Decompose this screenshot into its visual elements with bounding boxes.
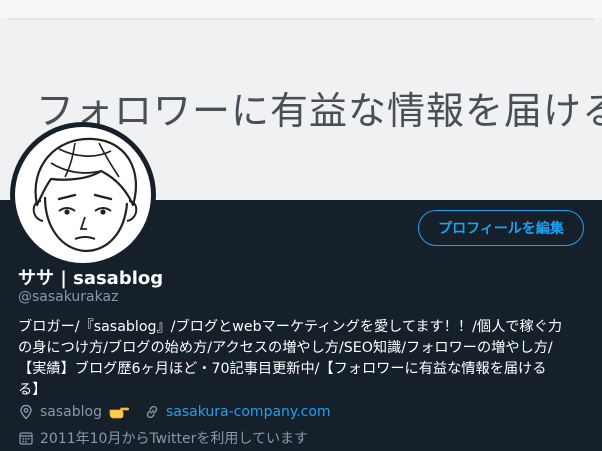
avatar-illustration xyxy=(32,137,138,253)
bio-line: の身につけ方/ブログの始め方/アクセスの増やし方/SEO知識/フォロワーの増やし… xyxy=(18,340,553,356)
avatar[interactable] xyxy=(15,127,151,263)
user-handle: @sasakurakaz xyxy=(18,289,119,305)
display-name: ササ | sasablog xyxy=(18,268,164,289)
bio-line: ブロガー/『sasablog』/ブログとwebマーケティングを愛してます！！/個… xyxy=(18,319,563,335)
joined-date-text: 2011年10月からTwitterを利用しています xyxy=(40,431,308,447)
edit-profile-button[interactable]: プロフィールを編集 xyxy=(418,210,584,246)
pointing-hand-icon xyxy=(108,405,130,419)
link-icon xyxy=(144,404,160,420)
banner-top-strip xyxy=(0,0,602,18)
bio-line: る】 xyxy=(18,382,47,398)
bio-line: 【実績】ブログ歴6ヶ月ほど・70記事目更新中/【フォロワーに有益な情報を届ける xyxy=(18,361,547,377)
calendar-icon xyxy=(18,430,34,446)
profile-bio: ブロガー/『sasablog』/ブログとwebマーケティングを愛してます！！/個… xyxy=(18,317,593,401)
location-text: sasablog xyxy=(40,404,102,420)
banner-text: フォロワーに有益な情報を届ける xyxy=(36,89,602,133)
website-link[interactable]: sasakura-company.com xyxy=(166,404,331,420)
profile-meta-joined: 2011年10月からTwitterを利用しています xyxy=(18,428,308,448)
profile-meta-location: sasablog sasakura-company.com xyxy=(18,404,331,420)
location-pin-icon xyxy=(18,404,34,420)
banner-divider xyxy=(8,18,594,20)
avatar-frame[interactable] xyxy=(10,122,156,268)
